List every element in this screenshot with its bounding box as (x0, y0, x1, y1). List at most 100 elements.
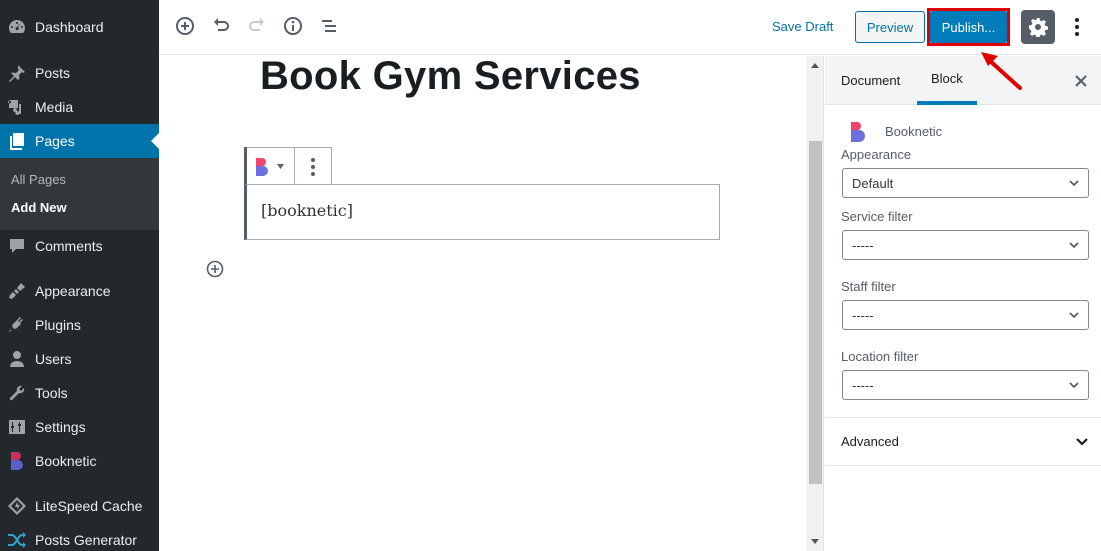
media-icon (7, 97, 27, 117)
select-value: ----- (852, 307, 874, 323)
settings-toggle-button[interactable] (1021, 10, 1055, 44)
comment-icon (7, 236, 27, 256)
shuffle-icon (7, 530, 27, 550)
booknetic-logo-icon (7, 451, 27, 471)
booknetic-logo-icon (255, 157, 268, 176)
block-toolbar (244, 147, 332, 185)
menu-label: Pages (35, 133, 75, 149)
menu-item-pages[interactable]: Pages (0, 124, 159, 158)
preview-button[interactable]: Preview (855, 11, 925, 43)
location-filter-select[interactable]: ----- (842, 370, 1089, 400)
service-filter-select[interactable]: ----- (842, 230, 1089, 260)
menu-label: Plugins (35, 317, 81, 333)
settings-sidebar: Document Block Booknetic Appearance Defa… (825, 56, 1101, 551)
wrench-icon (7, 383, 27, 403)
menu-item-appearance[interactable]: Appearance (0, 274, 159, 308)
dashboard-icon (7, 17, 27, 37)
menu-item-posts-generator[interactable]: Posts Generator (0, 523, 159, 551)
add-block-inserter[interactable] (205, 259, 225, 279)
menu-label: Settings (35, 419, 86, 435)
panel-divider (825, 465, 1101, 466)
add-block-icon (206, 260, 224, 278)
save-draft-button[interactable]: Save Draft (772, 19, 833, 34)
advanced-panel-toggle[interactable]: Advanced (825, 418, 1101, 465)
shortcode-text[interactable]: [booknetic] (261, 201, 353, 220)
pushpin-icon (7, 63, 27, 83)
menu-item-users[interactable]: Users (0, 342, 159, 376)
tab-block[interactable]: Block (917, 56, 977, 105)
submenu-all-pages[interactable]: All Pages (11, 172, 66, 187)
editor-canvas: Book Gym Services [booknetic] (159, 56, 809, 551)
editor-header: Save Draft Preview Publish... (159, 0, 1101, 55)
staff-filter-label: Staff filter (841, 279, 896, 294)
menu-item-media[interactable]: Media (0, 90, 159, 124)
menu-item-litespeed-cache[interactable]: LiteSpeed Cache (0, 489, 159, 523)
booknetic-block[interactable]: [booknetic] (244, 184, 720, 240)
menu-label: Dashboard (35, 19, 104, 35)
block-focus-bar (244, 147, 247, 185)
close-icon (1075, 75, 1087, 87)
litespeed-icon (7, 496, 27, 516)
publish-button[interactable]: Publish... (930, 11, 1007, 43)
plugin-icon (7, 315, 27, 335)
menu-label: Tools (35, 385, 68, 401)
chevron-down-icon (1076, 438, 1088, 446)
sidebar-tabs: Document Block (825, 56, 1101, 105)
appearance-select[interactable]: Default (842, 168, 1089, 198)
menu-label: Media (35, 99, 74, 115)
more-vertical-icon (311, 157, 315, 176)
pages-icon (7, 131, 27, 151)
more-options-button[interactable] (1067, 14, 1087, 40)
select-value: ----- (852, 237, 874, 253)
pages-submenu: All Pages Add New (0, 158, 159, 230)
redo-icon[interactable] (245, 14, 269, 38)
block-more-options-button[interactable] (295, 148, 331, 185)
location-filter-label: Location filter (841, 349, 919, 364)
appearance-label: Appearance (841, 147, 912, 162)
submenu-add-new[interactable]: Add New (11, 200, 67, 215)
tab-document[interactable]: Document (827, 56, 914, 105)
menu-label: Comments (35, 238, 103, 254)
caret-down-icon (276, 164, 284, 169)
more-vertical-icon (1075, 18, 1079, 36)
chevron-down-icon (1069, 180, 1079, 187)
paintbrush-icon (7, 281, 27, 301)
close-sidebar-button[interactable] (1071, 71, 1091, 91)
booknetic-logo-icon (851, 122, 865, 142)
info-icon[interactable] (281, 14, 305, 38)
admin-menu: Dashboard Posts Media Pages All Pages Ad… (0, 0, 159, 551)
user-icon (7, 349, 27, 369)
block-switcher-button[interactable] (245, 148, 295, 185)
menu-label: Posts (35, 65, 71, 81)
scroll-up-arrow[interactable] (811, 63, 819, 68)
block-card: Booknetic (842, 122, 1082, 142)
outline-icon[interactable] (317, 14, 341, 38)
menu-label: Appearance (35, 283, 111, 299)
scrollbar-thumb[interactable] (809, 141, 822, 484)
settings-sliders-icon (7, 417, 27, 437)
undo-icon[interactable] (209, 14, 233, 38)
add-block-icon[interactable] (173, 14, 197, 38)
menu-item-booknetic[interactable]: Booknetic (0, 444, 159, 478)
staff-filter-select[interactable]: ----- (842, 300, 1089, 330)
menu-item-dashboard[interactable]: Dashboard (0, 10, 159, 44)
publish-highlight-box: Publish... (927, 8, 1010, 46)
editor-scrollbar[interactable] (807, 56, 824, 551)
block-name: Booknetic (885, 124, 943, 139)
menu-label: Booknetic (35, 453, 97, 469)
menu-item-tools[interactable]: Tools (0, 376, 159, 410)
wp-block-editor: Dashboard Posts Media Pages All Pages Ad… (0, 0, 1101, 551)
post-title[interactable]: Book Gym Services (260, 56, 641, 99)
chevron-down-icon (1069, 242, 1079, 249)
chevron-down-icon (1069, 312, 1079, 319)
menu-item-plugins[interactable]: Plugins (0, 308, 159, 342)
service-filter-label: Service filter (841, 209, 913, 224)
chevron-down-icon (1069, 382, 1079, 389)
menu-item-posts[interactable]: Posts (0, 56, 159, 90)
menu-item-comments[interactable]: Comments (0, 229, 159, 263)
gear-icon (1029, 18, 1048, 37)
scroll-down-arrow[interactable] (811, 539, 819, 544)
select-value: Default (852, 175, 894, 191)
select-value: ----- (852, 377, 874, 393)
menu-item-settings[interactable]: Settings (0, 410, 159, 444)
